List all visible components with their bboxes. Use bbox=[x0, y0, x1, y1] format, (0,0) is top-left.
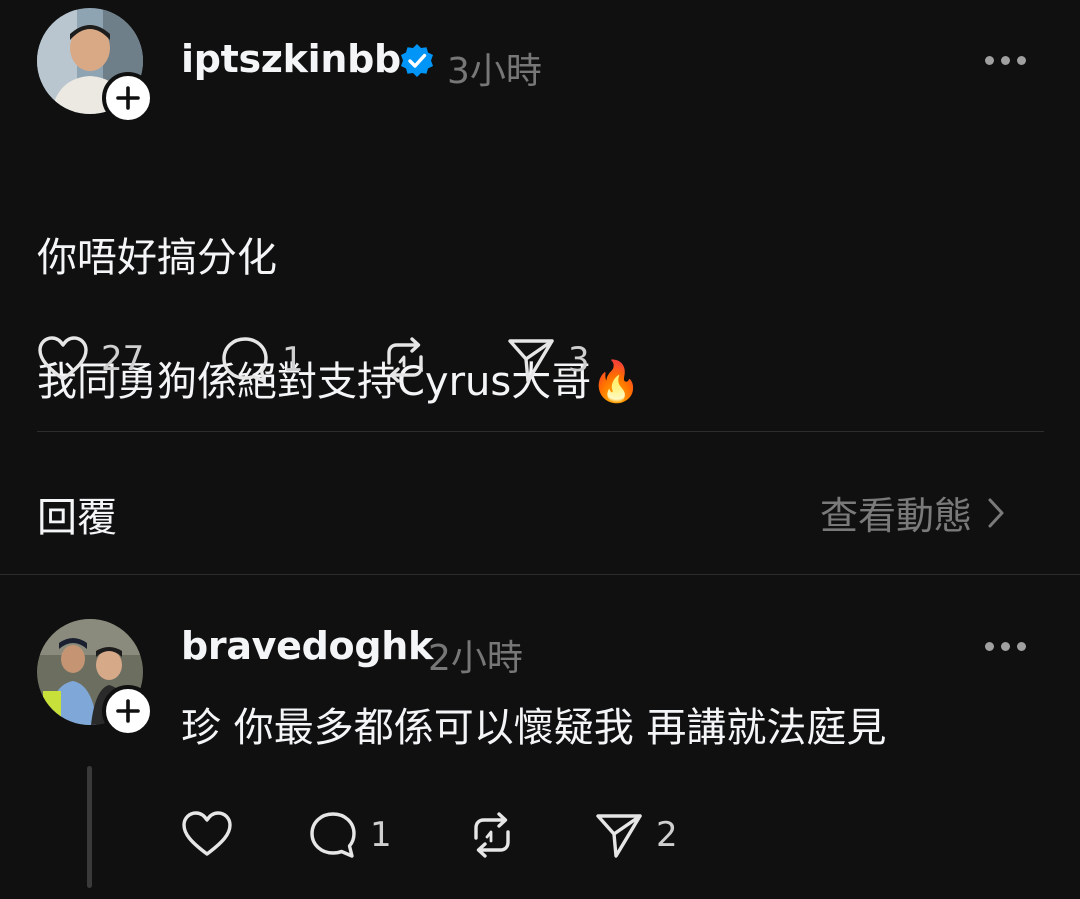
post-share-count: 3 bbox=[568, 340, 590, 380]
post-like-count: 27 bbox=[101, 339, 145, 379]
reply-text: 珍 你最多都係可以懷疑我 再講就法庭見 bbox=[181, 705, 887, 751]
reply-comment-button[interactable]: 1 bbox=[308, 810, 392, 860]
repost-icon bbox=[387, 337, 423, 383]
reply-comment-count: 1 bbox=[370, 815, 392, 855]
post-comment-button[interactable]: 1 bbox=[220, 335, 304, 385]
repost-icon bbox=[474, 812, 510, 858]
comment-bubble-icon bbox=[222, 337, 268, 383]
view-activity-link[interactable]: 查看動態 bbox=[820, 485, 1006, 540]
post-repost-button[interactable] bbox=[380, 335, 442, 385]
reply-thread-line bbox=[87, 766, 92, 888]
heart-icon bbox=[182, 811, 232, 856]
comment-bubble-icon bbox=[310, 812, 356, 858]
reply-repost-button[interactable] bbox=[467, 810, 529, 860]
view-activity-label: 查看動態 bbox=[820, 494, 973, 538]
divider bbox=[0, 574, 1080, 575]
post-comment-count: 1 bbox=[282, 340, 304, 380]
chevron-right-icon bbox=[988, 498, 1004, 527]
divider bbox=[37, 431, 1044, 432]
reply-share-button[interactable]: 2 bbox=[594, 810, 678, 860]
post-text-line1: 你唔好搞分化 bbox=[37, 235, 277, 281]
follow-plus-button[interactable] bbox=[102, 72, 154, 124]
heart-icon bbox=[38, 336, 88, 381]
reply-like-button[interactable] bbox=[181, 810, 245, 858]
reply-username[interactable]: bravedoghk bbox=[181, 624, 433, 668]
thread-screen: iptszkinbb 3小時 你唔好搞分化 我同勇狗係絕對支持Cyrus大哥🔥 … bbox=[0, 0, 1080, 899]
reply-share-count: 2 bbox=[656, 815, 678, 855]
replies-label: 回覆 bbox=[37, 495, 117, 541]
plus-icon bbox=[116, 699, 140, 723]
reply-timestamp: 2小時 bbox=[428, 638, 523, 679]
send-icon bbox=[596, 814, 642, 858]
post-like-button[interactable]: 27 bbox=[37, 335, 144, 383]
plus-icon bbox=[116, 86, 140, 110]
follow-plus-button[interactable] bbox=[102, 685, 154, 737]
post-text: 你唔好搞分化 我同勇狗係絕對支持Cyrus大哥🔥 bbox=[37, 165, 641, 475]
post-share-button[interactable]: 3 bbox=[506, 335, 590, 385]
post-more-options-icon[interactable] bbox=[985, 56, 1026, 65]
verified-badge-icon bbox=[398, 42, 436, 80]
reply-more-options-icon[interactable] bbox=[985, 642, 1026, 651]
send-icon bbox=[508, 339, 554, 383]
post-username[interactable]: iptszkinbb bbox=[181, 37, 401, 81]
post-timestamp: 3小時 bbox=[447, 51, 542, 92]
